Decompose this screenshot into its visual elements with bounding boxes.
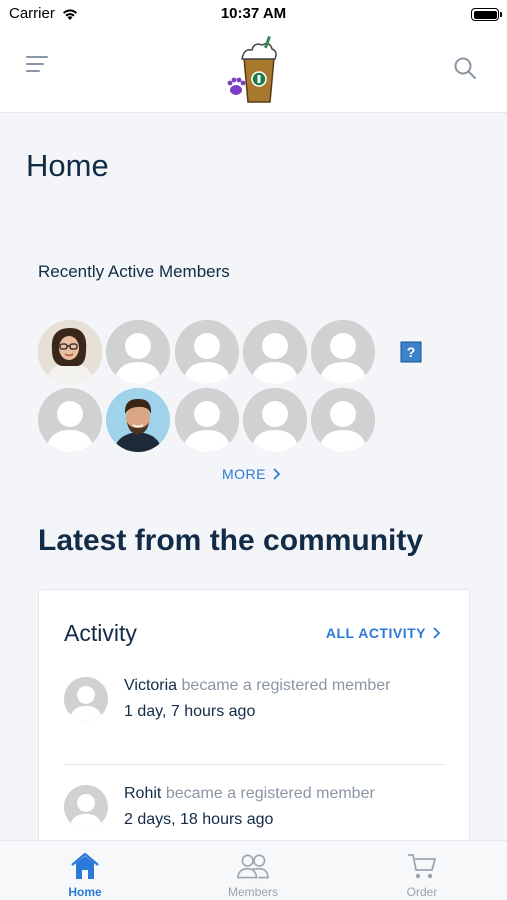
activity-avatar[interactable] — [64, 785, 108, 829]
activity-divider — [64, 764, 446, 765]
chevron-right-icon — [433, 627, 441, 639]
default-avatar-icon — [106, 320, 170, 384]
activity-member-name[interactable]: Rohit — [124, 785, 161, 802]
chevron-right-icon — [273, 468, 281, 480]
member-avatar[interactable] — [38, 320, 102, 384]
tab-home[interactable]: Home — [25, 841, 145, 900]
cart-icon — [408, 854, 436, 879]
tab-order[interactable]: Order — [362, 841, 482, 900]
default-avatar-icon — [311, 388, 375, 452]
activity-item: Rohit became a registered member 2 days,… — [64, 785, 446, 845]
default-avatar-icon — [64, 677, 108, 721]
search-icon[interactable] — [453, 56, 477, 80]
app-header — [0, 28, 507, 113]
activity-action: became a registered member — [181, 677, 391, 694]
battery-icon — [471, 8, 502, 21]
member-avatar[interactable] — [311, 320, 375, 384]
tab-order-label: Order — [406, 885, 438, 899]
community-heading: Latest from the community — [38, 524, 424, 557]
default-avatar-icon — [38, 388, 102, 452]
page-title: Home — [26, 148, 109, 183]
member-avatar[interactable] — [243, 320, 307, 384]
default-avatar-icon — [175, 388, 239, 452]
default-avatar-icon — [64, 785, 108, 829]
tab-bar: Home Members Order — [0, 840, 507, 900]
member-avatar[interactable] — [175, 320, 239, 384]
tab-members[interactable]: Members — [193, 841, 313, 900]
default-avatar-icon — [243, 388, 307, 452]
members-icon — [237, 854, 269, 879]
activity-avatar[interactable] — [64, 677, 108, 721]
activity-text: Victoria became a registered member — [124, 677, 391, 695]
home-icon — [71, 852, 99, 879]
member-avatar-missing[interactable]: ? — [379, 320, 443, 384]
member-photo-woman — [38, 320, 102, 384]
members-heading: Recently Active Members — [38, 262, 230, 281]
member-avatar[interactable] — [38, 388, 102, 452]
tab-members-label: Members — [227, 885, 278, 899]
activity-card: Activity ALL ACTIVITY Victoria became a … — [38, 589, 470, 869]
activity-text: Rohit became a registered member — [124, 785, 375, 803]
default-avatar-icon — [243, 320, 307, 384]
member-avatar[interactable] — [243, 388, 307, 452]
missing-image-icon: ? — [400, 341, 422, 363]
member-avatar[interactable] — [106, 320, 170, 384]
activity-time: 1 day, 7 hours ago — [124, 703, 256, 720]
activity-time: 2 days, 18 hours ago — [124, 811, 274, 828]
activity-title: Activity — [64, 620, 137, 646]
status-time: 10:37 AM — [220, 5, 287, 22]
member-avatar[interactable] — [311, 388, 375, 452]
activity-action: became a registered member — [165, 785, 375, 802]
menu-button[interactable] — [26, 56, 52, 80]
member-photo-man — [106, 388, 170, 452]
more-members-link[interactable]: MORE — [222, 466, 281, 482]
default-avatar-icon — [311, 320, 375, 384]
all-activity-label: ALL ACTIVITY — [325, 625, 426, 641]
svg-text:?: ? — [407, 344, 416, 360]
all-activity-link[interactable]: ALL ACTIVITY — [326, 625, 441, 641]
more-label: MORE — [222, 466, 266, 482]
menu-icon — [26, 56, 52, 72]
tab-home-label: Home — [68, 885, 102, 899]
activity-item: Victoria became a registered member 1 da… — [64, 677, 446, 737]
default-avatar-icon — [175, 320, 239, 384]
activity-member-name[interactable]: Victoria — [124, 677, 177, 694]
member-avatar[interactable] — [175, 388, 239, 452]
app-logo[interactable] — [224, 36, 280, 104]
status-bar: Carrier 10:37 AM — [0, 0, 507, 28]
member-avatar[interactable] — [106, 388, 170, 452]
